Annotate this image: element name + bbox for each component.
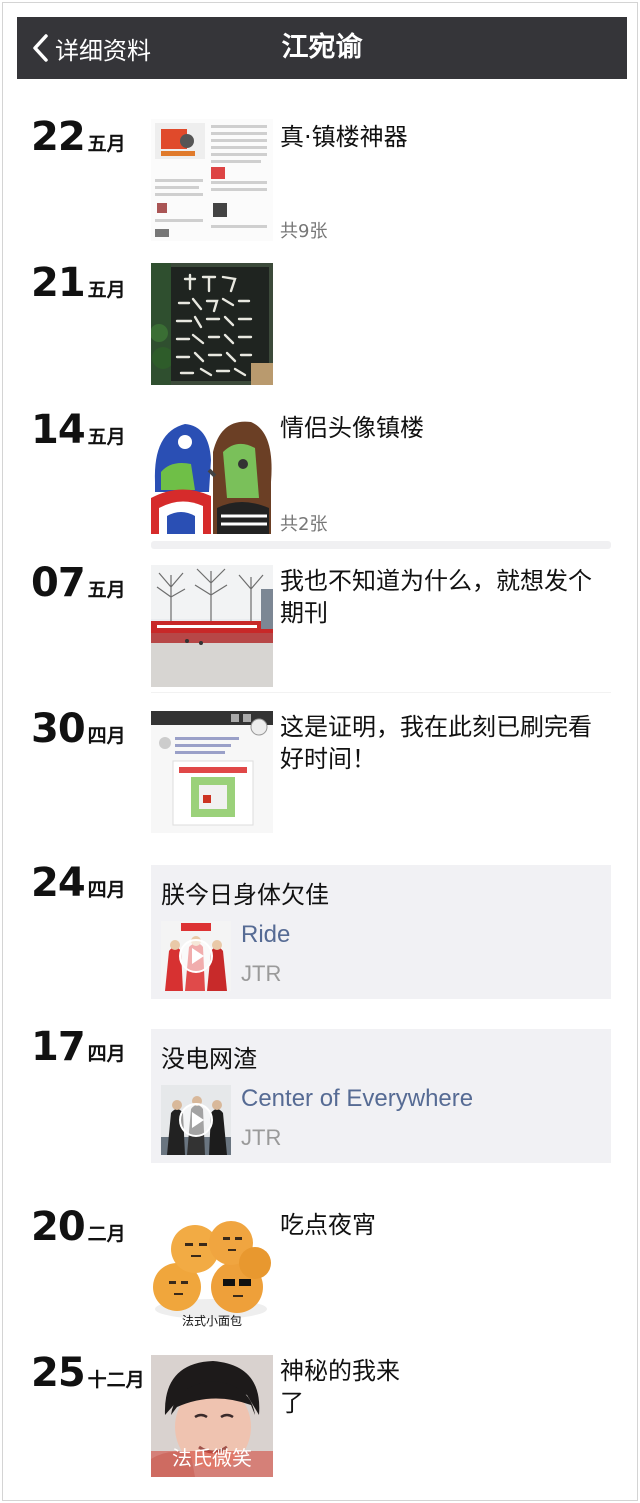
album-cover [161,1085,231,1155]
post-date: 14 五月 [31,408,126,452]
post-date: 20 二月 [31,1205,126,1249]
image-count: 共2张 [280,514,328,535]
post-day: 25 [31,1350,86,1396]
post-day: 17 [31,1024,86,1070]
post-month: 四月 [87,879,126,901]
post-caption: 真·镇楼神器 [280,123,408,151]
post-month: 五月 [87,279,126,301]
post-month: 五月 [87,579,126,601]
back-label: 详细资料 [55,36,151,65]
album-cover [161,921,231,991]
post-caption: 我也不知道为什么，就想发个期刊 [280,567,592,627]
post-month: 五月 [87,426,126,448]
share-caption: 朕今日身体欠佳 [161,881,329,909]
play-button[interactable] [179,1103,213,1137]
song-title[interactable]: Ride [241,921,290,949]
music-share-card[interactable]: 没电网渣 Center of Everywhere JTR [151,1029,611,1163]
post-date: 30 四月 [31,707,126,751]
post-day: 30 [31,706,86,752]
post-date: 22 五月 [31,115,126,159]
chalkboard-image [151,263,273,385]
post-caption: 这是证明，我在此刻已刷完看好时间！ [280,713,592,773]
post-caption: 情侣头像镇楼 [280,414,424,442]
post-date: 25 十二月 [31,1351,145,1395]
song-artist: JTR [241,1125,282,1150]
post-caption: 吃点夜宵 [280,1211,376,1239]
post-date: 17 四月 [31,1025,126,1069]
couple-avatar-image [151,412,273,534]
post-caption: 神秘的我来了 [280,1357,400,1417]
thumb-label: 法式小面包 [181,1314,242,1328]
moments-page: 详细资料 江宛谕 22 五月 真·镇楼神器 共9张 21 五月 14 五月 情侣… [2,2,638,1501]
song-artist: JTR [241,961,282,986]
screenshot-collage-image [151,119,273,241]
share-caption: 没电网渣 [161,1045,257,1073]
divider [151,692,611,693]
post-day: 22 [31,114,86,160]
song-title[interactable]: Center of Everywhere [241,1085,473,1113]
post-month: 二月 [87,1223,126,1245]
thumb-label: 法氏微笑 [172,1446,252,1470]
post-day: 07 [31,560,86,606]
play-button[interactable] [179,939,213,973]
post-day: 14 [31,407,86,453]
post-month: 五月 [87,133,126,155]
back-button[interactable]: 详细资料 [31,17,151,79]
chat-screenshot-image [151,711,273,833]
post-thumbnail[interactable] [151,119,273,241]
post-month: 四月 [87,1043,126,1065]
post-thumbnail[interactable] [151,263,273,385]
post-thumbnail[interactable] [151,711,273,833]
image-count: 共9张 [280,221,328,242]
chevron-left-icon [33,34,48,62]
nav-bar: 详细资料 江宛谕 [17,17,627,79]
campus-banner-image [151,565,273,687]
post-date: 21 五月 [31,261,126,305]
post-thumbnail[interactable] [151,412,273,534]
post-day: 21 [31,260,86,306]
post-month: 十二月 [87,1369,145,1391]
music-share-card[interactable]: 朕今日身体欠佳 Ride JTR [151,865,611,999]
post-month: 四月 [87,725,126,747]
post-thumbnail[interactable]: 法氏微笑 [151,1355,273,1477]
post-date: 07 五月 [31,561,126,605]
post-day: 24 [31,860,86,906]
post-day: 20 [31,1204,86,1250]
post-date: 24 四月 [31,861,126,905]
divider [151,541,611,549]
post-thumbnail[interactable] [151,565,273,687]
post-thumbnail[interactable]: 法式小面包 [151,1209,273,1331]
